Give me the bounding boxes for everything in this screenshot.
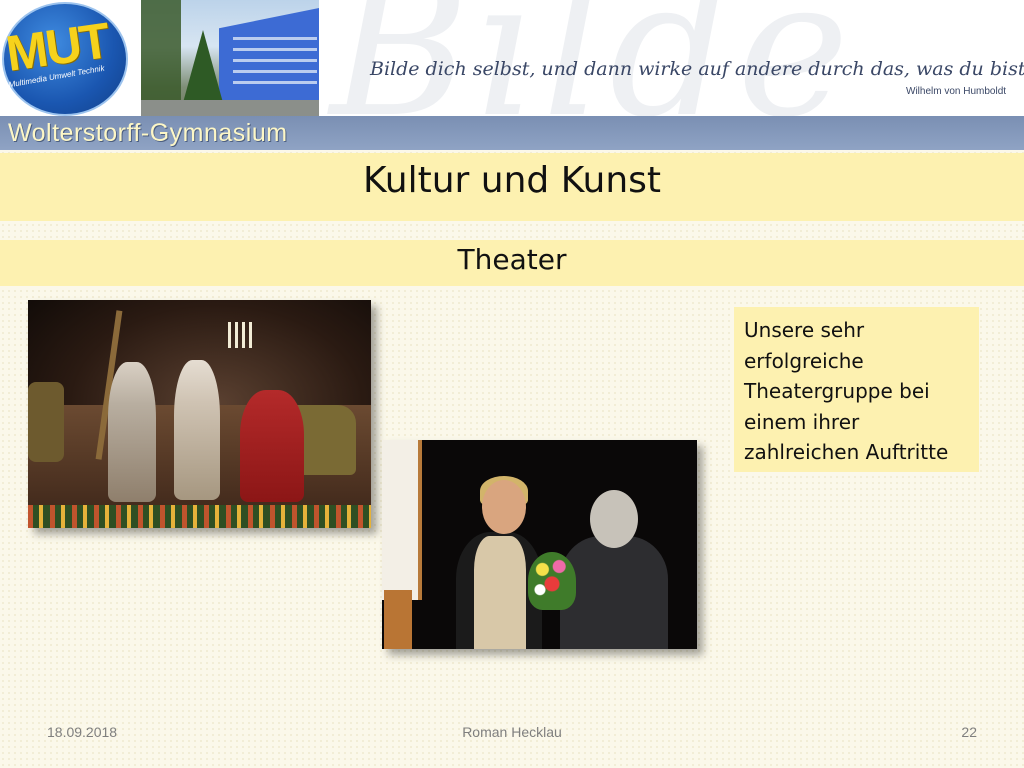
bouquet-presentation-photo [382,440,697,649]
flower-bouquet [528,552,576,610]
quote-author: Wilhelm von Humboldt [906,86,1007,97]
caption-line: erfolgreiche [744,348,864,373]
caption-line: Unsere sehr [744,318,865,342]
photo-street [141,100,319,116]
caption-line: zahlreichen Auftritte [744,440,949,464]
photo-tree [181,30,225,110]
school-building-photo [141,0,319,116]
header-banner: Bilde MUT Multimedia Umwelt Technik Bild… [0,0,1024,152]
slide-subtitle: Theater [457,243,567,276]
caption-box: Unsere sehr erfolgreiche Theatergruppe b… [734,307,979,472]
stage-flowers [28,505,371,528]
mut-logo: MUT Multimedia Umwelt Technik [0,0,130,116]
photo-tree-left [141,0,181,110]
school-name: Wolterstorff-Gymnasium [8,119,288,147]
stage-stand [384,590,412,649]
caption-text: Unsere sehr erfolgreiche Theatergruppe b… [744,315,974,468]
stage-chair [28,382,64,462]
footer-author: Roman Hecklau [462,724,562,740]
footer-page-number: 22 [961,724,977,740]
stage-board [382,440,422,600]
slide-title: Kultur und Kunst [362,160,662,201]
actress-left [108,362,156,502]
man-figure [560,536,668,649]
actress-red-dress [240,390,304,502]
stage-candles [228,322,254,348]
caption-line: einem ihrer [744,409,860,434]
caption-line: Theatergruppe bei [744,379,930,403]
photo-windows [233,36,317,92]
humboldt-quote: Bilde dich selbst, und dann wirke auf an… [370,58,1024,80]
theater-stage-photo [28,300,371,528]
woman-head [482,480,526,534]
actress-center [174,360,220,500]
woman-apron [474,536,526,649]
man-head [590,490,638,548]
school-name-bar: Wolterstorff-Gymnasium [0,116,1024,150]
banner-top: Bilde MUT Multimedia Umwelt Technik Bild… [0,0,1024,116]
